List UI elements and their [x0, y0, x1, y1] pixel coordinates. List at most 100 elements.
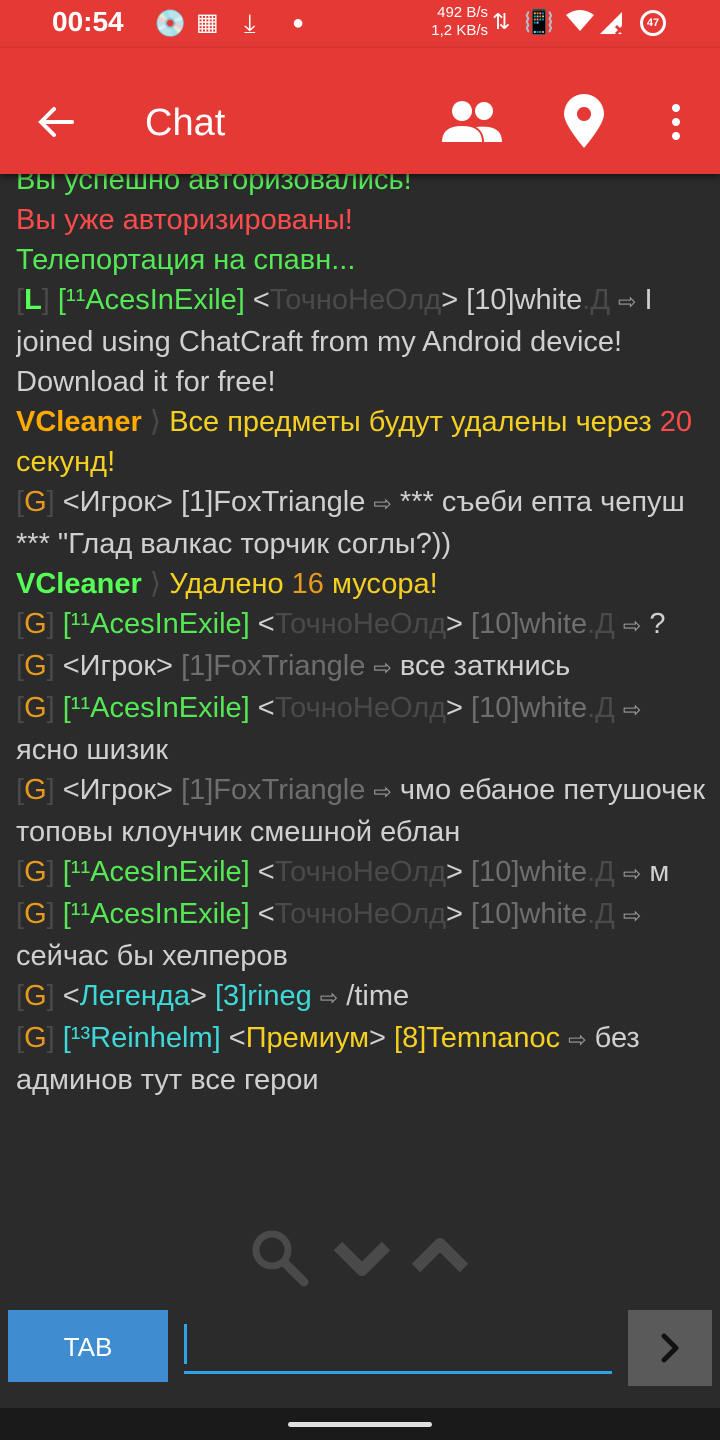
player-name: [1]FoxTriangle — [181, 774, 366, 806]
page-title: Chat — [145, 102, 226, 144]
chat-message: [G] <Игрок> [1]FoxTriangle ⇨ все заткнис… — [16, 650, 571, 682]
prefix-tag: ТочноНеОлд — [274, 692, 447, 724]
role-tag: <Игрок> — [62, 650, 173, 682]
arrow-icon: ⇨ — [319, 985, 339, 1010]
wifi-icon — [566, 10, 594, 31]
channel-tag: G — [24, 650, 47, 682]
player-name: [1]FoxTriangle — [181, 486, 366, 518]
role-tag: Премиум — [245, 1022, 370, 1054]
rank-tag: [¹³Reinhelm] — [62, 1022, 221, 1054]
net-down: 1,2 KB/s — [431, 22, 488, 39]
rank-tag: [¹¹AcesInExile] — [62, 608, 250, 640]
chat-message: [G] [¹³Reinhelm] <Премиум> [8]Temnanoc ⇨… — [16, 1022, 640, 1096]
chat-message: [L] [¹¹AcesInExile] <ТочноНеОлд> [10]whi… — [16, 284, 653, 398]
player-name: [10]white — [471, 608, 588, 640]
chat-message: [G] [¹¹AcesInExile] <ТочноНеОлд> [10]whi… — [16, 898, 642, 972]
role-tag: <Игрок> — [62, 486, 173, 518]
send-button[interactable] — [628, 1310, 712, 1386]
prefix-tag: ТочноНеОлд — [269, 284, 442, 316]
status-time: 00:54 — [52, 6, 124, 37]
arrow-icon: ⇨ — [568, 1027, 587, 1052]
sender-name: VCleaner — [16, 568, 142, 600]
chat-message: [G] [¹¹AcesInExile] <ТочноНеОлд> [10]whi… — [16, 608, 666, 640]
vibrate-icon: 📳 — [524, 9, 554, 36]
signal-icon — [600, 12, 626, 36]
message-text: ясно шизик — [16, 734, 169, 766]
player-name: [10]white — [466, 284, 583, 316]
message-text: ? — [649, 608, 666, 640]
role-tag: <Игрок> — [62, 774, 173, 806]
status-bar: 00:54 💿 ▦ ⤓ ● 492 B/s 1,2 KB/s ⇅ 📳 47 — [0, 0, 720, 48]
net-up: 492 B/s — [437, 4, 488, 21]
rank-tag: [¹¹AcesInExile] — [62, 898, 250, 930]
chat-message: VCleaner ⟩ Удалено 16 мусора! — [16, 568, 438, 600]
channel-tag: G — [24, 774, 47, 806]
player-name: [10]white — [471, 856, 588, 888]
channel-tag: G — [24, 608, 47, 640]
arrow-icon: ⇨ — [373, 491, 392, 516]
arrow-icon: ⇨ — [618, 289, 637, 314]
chat-message: [G] <Игрок> [1]FoxTriangle ⇨ *** съеби е… — [16, 486, 685, 560]
chat-message: [G] [¹¹AcesInExile] <ТочноНеОлд> [10]whi… — [16, 692, 642, 766]
message-text: /time — [346, 980, 410, 1012]
tab-button[interactable]: TAB — [8, 1310, 168, 1382]
channel-tag: G — [24, 486, 47, 518]
chevron-right-icon — [661, 1333, 679, 1363]
arrow-icon: ⇨ — [373, 779, 392, 804]
scroll-down-icon[interactable] — [332, 1236, 392, 1282]
cd-icon: 💿 — [154, 8, 187, 38]
data-arrows-icon: ⇅ — [492, 9, 511, 34]
grid-icon: ▦ — [196, 9, 219, 36]
player-name: [8]Temnanoc — [394, 1022, 561, 1054]
arrow-icon: ⇨ — [373, 655, 392, 680]
role-tag: Легенда — [79, 980, 190, 1012]
rank-tag: [¹¹AcesInExile] — [62, 692, 250, 724]
search-icon[interactable] — [250, 1228, 310, 1288]
prefix-tag: ТочноНеОлд — [274, 608, 447, 640]
channel-tag: G — [24, 1022, 47, 1054]
prefix-tag: ТочноНеОлд — [274, 856, 447, 888]
home-pill[interactable] — [288, 1422, 432, 1427]
chat-log[interactable]: Вы успешно авторизовались! Вы уже автори… — [16, 174, 708, 1214]
chat-message: Вы успешно авторизовались! — [16, 174, 412, 196]
scroll-up-icon[interactable] — [410, 1232, 470, 1278]
people-icon[interactable] — [440, 98, 504, 146]
download-icon: ⤓ — [244, 8, 256, 38]
dot-icon: ● — [292, 12, 305, 34]
arrow-icon: ⇨ — [622, 697, 642, 722]
chat-message: VCleaner ⟩ Все предметы будут удалены че… — [16, 406, 693, 478]
chat-message: Вы уже авторизированы! — [16, 204, 353, 236]
app-bar: Chat — [0, 48, 720, 174]
sender-name: VCleaner — [16, 406, 142, 438]
channel-tag: G — [24, 856, 47, 888]
rank-tag: [¹¹AcesInExile] — [62, 856, 250, 888]
more-options-icon[interactable] — [662, 100, 690, 148]
location-icon[interactable] — [560, 94, 608, 150]
chat-message: Телепортация на спавн... — [16, 244, 356, 276]
channel-tag: G — [24, 692, 47, 724]
player-name: [10]white — [471, 898, 588, 930]
battery-icon: 47 — [640, 10, 666, 36]
player-name: [3]rineg — [214, 980, 312, 1012]
player-name: [1]FoxTriangle — [181, 650, 366, 682]
network-speed: 492 B/s 1,2 KB/s — [426, 4, 488, 40]
arrow-icon: ⇨ — [622, 613, 642, 638]
message-text: все заткнись — [399, 650, 571, 682]
chat-message: [G] <Игрок> [1]FoxTriangle ⇨ чмо ебаное … — [16, 774, 706, 848]
message-input[interactable] — [184, 1318, 612, 1374]
rank-tag: [¹¹AcesInExile] — [57, 284, 245, 316]
channel-tag: L — [24, 284, 42, 316]
navigation-bar — [0, 1408, 720, 1440]
prefix-tag: ТочноНеОлд — [274, 898, 447, 930]
message-text: м — [649, 856, 670, 888]
arrow-icon: ⇨ — [622, 861, 642, 886]
chat-message: [G] <Легенда> [3]rineg ⇨ /time — [16, 980, 410, 1012]
arrow-icon: ⇨ — [622, 903, 642, 928]
message-text: сейчас бы хелперов — [16, 940, 288, 972]
back-arrow-icon[interactable] — [36, 102, 76, 142]
channel-tag: G — [24, 898, 47, 930]
text-caret — [184, 1324, 187, 1364]
chat-message: [G] [¹¹AcesInExile] <ТочноНеОлд> [10]whi… — [16, 856, 670, 888]
channel-tag: G — [24, 980, 47, 1012]
player-name: [10]white — [471, 692, 588, 724]
